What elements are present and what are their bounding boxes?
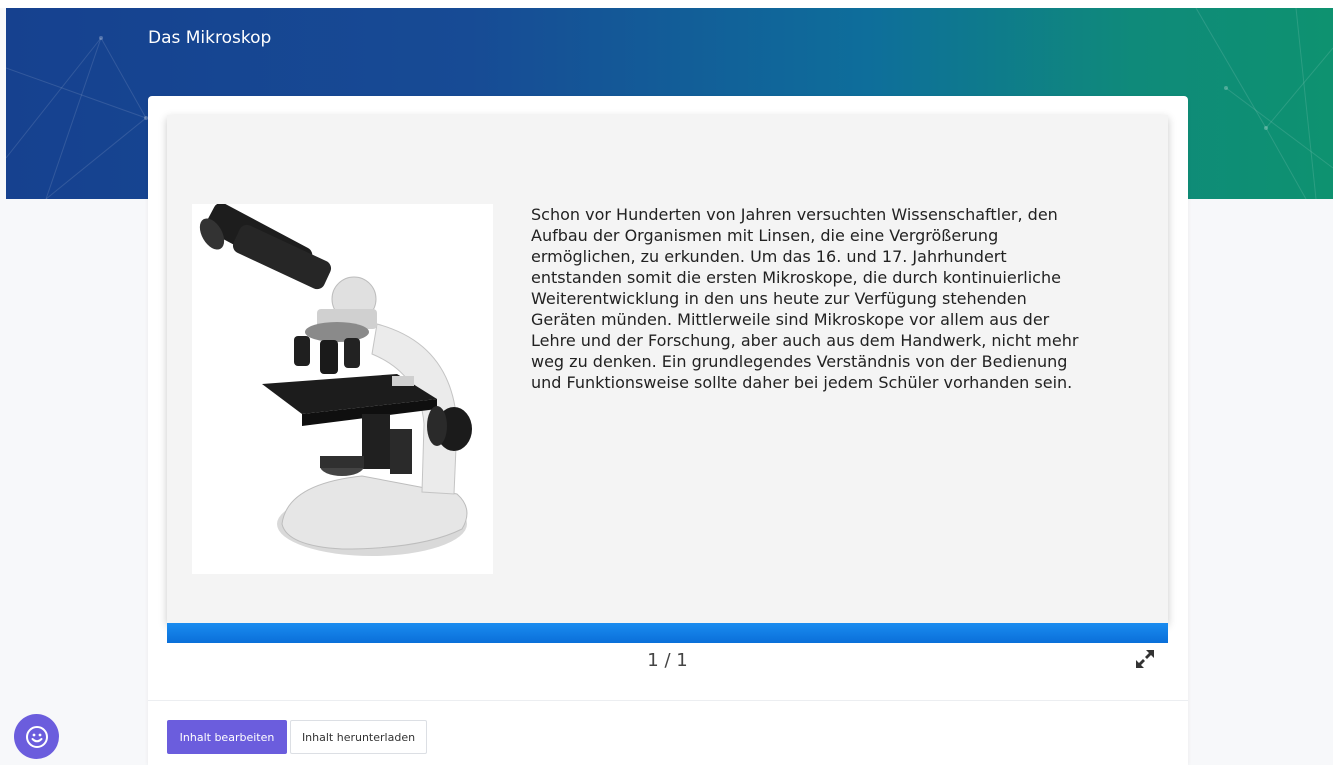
fullscreen-expand-icon	[1136, 650, 1154, 668]
download-content-button[interactable]: Inhalt herunterladen	[290, 720, 427, 754]
content-card: Schon vor Hunderten von Jahren versuchte…	[148, 96, 1188, 765]
microscope-illustration	[199, 202, 472, 556]
actions-divider	[148, 700, 1188, 701]
edit-content-button[interactable]: Inhalt bearbeiten	[167, 720, 287, 754]
smiley-icon	[25, 725, 48, 748]
top-edge	[0, 0, 1333, 8]
slide-progress-bar[interactable]	[167, 623, 1168, 643]
page-counter: 1 / 1	[647, 650, 688, 671]
slide-text: Schon vor Hunderten von Jahren versuchte…	[531, 205, 1079, 392]
microscope-image	[192, 202, 493, 574]
slide: Schon vor Hunderten von Jahren versuchte…	[167, 115, 1168, 623]
page-title: Das Mikroskop	[148, 28, 272, 48]
fullscreen-button[interactable]	[1133, 647, 1157, 671]
feedback-button[interactable]	[14, 714, 59, 759]
